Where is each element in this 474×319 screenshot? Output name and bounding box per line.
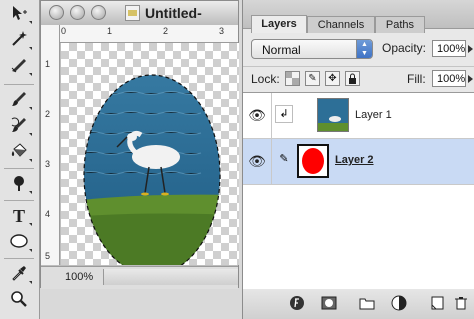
adjustment-layer-icon[interactable] — [391, 295, 407, 311]
brush-active-icon: ✎ — [279, 153, 289, 165]
panel-footer — [243, 289, 474, 319]
slice-knife-icon — [10, 56, 28, 77]
document-status-bar: 100% — [41, 266, 238, 289]
opacity-label: Opacity: — [382, 41, 427, 55]
ellipse-icon — [9, 233, 29, 252]
paint-bucket-icon — [10, 142, 28, 163]
new-layer-icon[interactable] — [429, 295, 445, 311]
fill-slider-toggle-icon[interactable] — [468, 75, 473, 83]
ruler-label: 1 — [107, 26, 113, 36]
tab-layers[interactable]: Layers — [251, 15, 307, 33]
move-tool-button[interactable] — [6, 2, 32, 26]
lock-all-icon[interactable] — [345, 71, 360, 86]
lock-paint-icon[interactable]: ✎ — [305, 71, 320, 86]
layer-thumbnail — [317, 98, 349, 132]
new-group-icon[interactable] — [359, 295, 375, 311]
lock-transparency-icon[interactable] — [285, 71, 300, 86]
ruler-label: 1 — [45, 59, 51, 69]
tab-channels[interactable]: Channels — [307, 16, 375, 33]
lock-position-icon[interactable]: ✥ — [325, 71, 340, 86]
burn-icon — [10, 174, 28, 195]
select-arrows-icon: ▲ ▼ — [356, 40, 372, 58]
move-arrow-icon — [10, 4, 28, 25]
type-tool-button[interactable]: T — [6, 204, 32, 228]
horizontal-ruler[interactable]: 0 1 2 3 — [59, 25, 238, 43]
zoom-level[interactable]: 100% — [65, 271, 93, 283]
eyedropper-icon — [10, 264, 28, 285]
blend-controls: Normal ▲ ▼ Opacity: 100% — [243, 33, 474, 65]
close-window-button[interactable] — [49, 5, 64, 20]
ruler-label: 3 — [45, 159, 51, 169]
slice-tool-button[interactable] — [6, 54, 32, 78]
document-title-bar[interactable]: Untitled- — [41, 1, 238, 26]
paint-bucket-tool-button[interactable] — [6, 140, 32, 164]
eye-icon[interactable]: 👁 — [247, 151, 267, 171]
opacity-field[interactable]: 100% — [432, 40, 466, 57]
panel-tabs: Layers Channels Paths — [243, 0, 474, 33]
document-icon — [125, 5, 140, 21]
fill-label: Fill: — [407, 72, 426, 86]
document-title: Untitled- — [145, 5, 202, 21]
eyedropper-tool-button[interactable] — [6, 262, 32, 286]
layers-panel: Layers Channels Paths Normal ▲ ▼ Opacity:… — [242, 0, 474, 319]
layer-style-icon[interactable] — [289, 295, 305, 311]
document-window: Untitled- 0 1 2 3 1 2 3 4 5 100% — [40, 0, 239, 289]
layer-row-layer-1[interactable]: 👁 ↲ Layer 1 — [243, 93, 474, 139]
opacity-slider-toggle-icon[interactable] — [468, 45, 473, 53]
layer-row-layer-2[interactable]: 👁 ✎ Layer 2 — [243, 139, 474, 185]
clip-arrow-icon: ↲ — [275, 105, 293, 123]
brush-tool-button[interactable] — [6, 88, 32, 112]
clipped-photo — [83, 74, 221, 265]
layer-thumbnail — [297, 144, 329, 178]
magic-wand-tool-button[interactable] — [6, 28, 32, 52]
fill-field[interactable]: 100% — [432, 70, 466, 87]
ruler-label: 4 — [45, 209, 51, 219]
type-icon: T — [12, 205, 25, 226]
add-mask-icon[interactable] — [321, 295, 337, 311]
minimize-window-button[interactable] — [70, 5, 85, 20]
brush-icon — [10, 90, 28, 111]
tools-panel: T — [0, 0, 40, 319]
tab-paths[interactable]: Paths — [375, 16, 425, 33]
burn-tool-button[interactable] — [6, 172, 32, 196]
layer-name[interactable]: Layer 2 — [335, 154, 374, 166]
lock-controls: Lock: ✎ ✥ Fill: 100% — [243, 66, 474, 91]
lock-label: Lock: — [251, 72, 280, 86]
ruler-label: 0 — [61, 26, 67, 36]
magnifier-icon — [10, 290, 28, 311]
ruler-label: 2 — [163, 26, 169, 36]
horizontal-scrollbar[interactable] — [103, 269, 238, 285]
ruler-label: 3 — [219, 26, 225, 36]
ruler-label: 5 — [45, 251, 51, 261]
layer-name[interactable]: Layer 1 — [355, 109, 392, 121]
magic-wand-icon — [10, 30, 28, 51]
history-brush-tool-button[interactable] — [6, 114, 32, 138]
zoom-window-button[interactable] — [91, 5, 106, 20]
ellipse-tool-button[interactable] — [6, 230, 32, 254]
eye-icon[interactable]: 👁 — [247, 105, 267, 125]
zoom-tool-button[interactable] — [6, 288, 32, 312]
vertical-ruler[interactable]: 1 2 3 4 5 — [41, 25, 60, 265]
ruler-label: 2 — [45, 109, 51, 119]
history-brush-icon — [10, 116, 28, 137]
layers-list: 👁 ↲ Layer 1 👁 ✎ Layer 2 — [243, 92, 474, 290]
blend-mode-select[interactable]: Normal ▲ ▼ — [251, 39, 373, 59]
trash-icon[interactable] — [453, 295, 469, 311]
document-canvas[interactable] — [61, 43, 239, 265]
blend-mode-value: Normal — [262, 43, 301, 57]
